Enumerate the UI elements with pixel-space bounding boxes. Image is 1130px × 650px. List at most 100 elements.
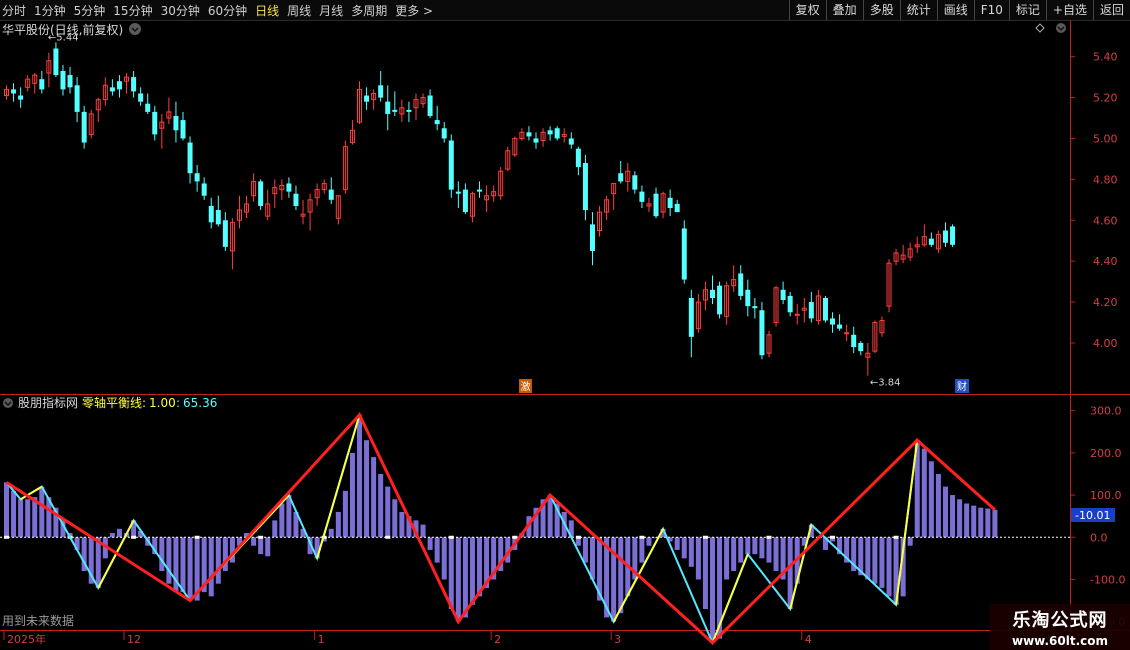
candle-body bbox=[385, 101, 391, 114]
indicator-bar bbox=[357, 414, 362, 538]
candle-body bbox=[462, 189, 468, 213]
timeframe-tab[interactable]: 月线 bbox=[319, 2, 343, 19]
candle-body bbox=[808, 302, 814, 319]
candle-body bbox=[201, 183, 207, 196]
toolbar-button[interactable]: 统计 bbox=[899, 0, 937, 20]
candle-body bbox=[526, 132, 532, 137]
timeframe-tab[interactable]: 日线 bbox=[255, 2, 279, 19]
candle-body bbox=[131, 77, 137, 92]
indicator-bar bbox=[745, 537, 751, 555]
candle-body bbox=[222, 220, 228, 247]
candle-body bbox=[533, 138, 539, 143]
diamond-icon[interactable] bbox=[1035, 23, 1045, 33]
indicator-bar bbox=[364, 440, 370, 538]
timeframe-tab[interactable]: 分时 bbox=[2, 2, 26, 19]
indicator-bar bbox=[886, 537, 892, 597]
candle-body bbox=[667, 197, 673, 208]
zero-marker bbox=[639, 535, 645, 539]
date-tick-label: 2025年 bbox=[7, 632, 46, 646]
indicator-bar bbox=[547, 495, 553, 538]
indicator-bar bbox=[582, 537, 588, 563]
top-toolbar: 分时 1分钟 5分钟 15分钟 30分钟 60分钟 日线 周线 月线 多周期 更多 > 复权 叠加 多股… bbox=[0, 0, 1130, 21]
candle-body bbox=[109, 87, 115, 92]
indicator-bar bbox=[265, 537, 271, 557]
indicator-bar bbox=[462, 537, 468, 618]
indicator-bar bbox=[469, 537, 475, 605]
indicator-bar bbox=[950, 495, 956, 538]
timeframe-tab[interactable]: 周线 bbox=[287, 2, 311, 19]
price-tick-label: 4.20 bbox=[1093, 296, 1118, 309]
candle-body bbox=[258, 181, 264, 206]
candle-body bbox=[787, 295, 793, 313]
timeframe-tab[interactable]: 60分钟 bbox=[208, 2, 247, 19]
candle-body bbox=[67, 75, 73, 88]
candle-body bbox=[477, 189, 483, 192]
indicator-bar bbox=[695, 537, 701, 580]
indicator-bar bbox=[448, 537, 454, 610]
candle-body bbox=[837, 324, 843, 329]
indicator-bar bbox=[773, 537, 779, 572]
indicator-bar bbox=[441, 537, 447, 580]
indicator-bar bbox=[39, 486, 45, 538]
candle-body bbox=[674, 203, 680, 213]
indicator-bar bbox=[279, 503, 285, 538]
future-data-note: 用到未来数据 bbox=[2, 613, 74, 628]
indicator-bar bbox=[251, 537, 257, 546]
indicator-bar bbox=[420, 524, 426, 538]
price-tick-label: 5.00 bbox=[1093, 132, 1118, 145]
candle-body bbox=[653, 193, 659, 217]
candle-body bbox=[455, 191, 461, 194]
indicator-bar bbox=[399, 511, 405, 538]
high-price-marker: ←5.44 bbox=[48, 32, 79, 43]
toolbar-button[interactable]: 返回 bbox=[1092, 0, 1130, 20]
candle-body bbox=[138, 93, 144, 102]
candle-body bbox=[547, 130, 553, 135]
zero-marker bbox=[131, 535, 137, 539]
candle-body bbox=[145, 103, 151, 112]
indicator-bar bbox=[385, 486, 391, 538]
candle-body bbox=[448, 140, 454, 190]
candle-body bbox=[434, 120, 440, 125]
candle-body bbox=[568, 138, 574, 145]
title-dropdown-icon[interactable] bbox=[129, 23, 141, 35]
indicator-bar bbox=[759, 537, 765, 559]
indicator-bar bbox=[166, 537, 172, 584]
indicator-bar bbox=[180, 537, 186, 593]
panel-menu-icon[interactable] bbox=[1056, 23, 1066, 33]
toolbar-button[interactable]: 复权 bbox=[788, 0, 826, 20]
indicator-menu-icon[interactable] bbox=[3, 398, 13, 408]
candle-body bbox=[632, 175, 638, 190]
candle-body bbox=[441, 128, 447, 139]
toolbar-button[interactable]: 画线 bbox=[936, 0, 974, 20]
timeframe-tab[interactable]: 30分钟 bbox=[161, 2, 200, 19]
indicator-bar bbox=[258, 537, 264, 555]
zero-marker bbox=[575, 535, 581, 539]
toolbar-button[interactable]: F10 bbox=[973, 0, 1009, 20]
toolbar-button[interactable]: +自选 bbox=[1045, 0, 1093, 20]
toolbar-button[interactable]: 叠加 bbox=[825, 0, 863, 20]
candle-body bbox=[950, 226, 956, 245]
indicator-bar bbox=[992, 509, 998, 538]
low-price-marker: ←3.84 bbox=[870, 378, 901, 389]
zero-marker bbox=[893, 535, 899, 539]
toolbar-button[interactable]: 标记 bbox=[1008, 0, 1046, 20]
watermark: 乐淘公式网 www.60lt.com bbox=[990, 606, 1130, 648]
toolbar-button[interactable]: 多股 bbox=[862, 0, 900, 20]
candle-body bbox=[208, 205, 214, 223]
indicator-bar bbox=[25, 499, 31, 538]
indicator-bar bbox=[328, 528, 334, 538]
event-badge-1: 激 bbox=[521, 380, 531, 393]
date-tick-label: 2 bbox=[494, 633, 501, 646]
indicator-bar bbox=[11, 490, 17, 538]
candle-body bbox=[575, 148, 581, 168]
timeframe-tab[interactable]: 15分钟 bbox=[113, 2, 152, 19]
indicator-bar bbox=[710, 537, 715, 643]
watermark-url: www.60lt.com bbox=[1011, 634, 1109, 648]
indicator-bar bbox=[455, 537, 461, 622]
timeframe-tab[interactable]: 多周期 bbox=[351, 2, 387, 19]
candle-body bbox=[194, 173, 200, 182]
timeframe-tab[interactable]: 更多 > bbox=[395, 2, 433, 19]
zero-marker bbox=[258, 535, 264, 539]
timeframe-tab[interactable]: 1分钟 bbox=[34, 2, 66, 19]
timeframe-tab[interactable]: 5分钟 bbox=[74, 2, 106, 19]
